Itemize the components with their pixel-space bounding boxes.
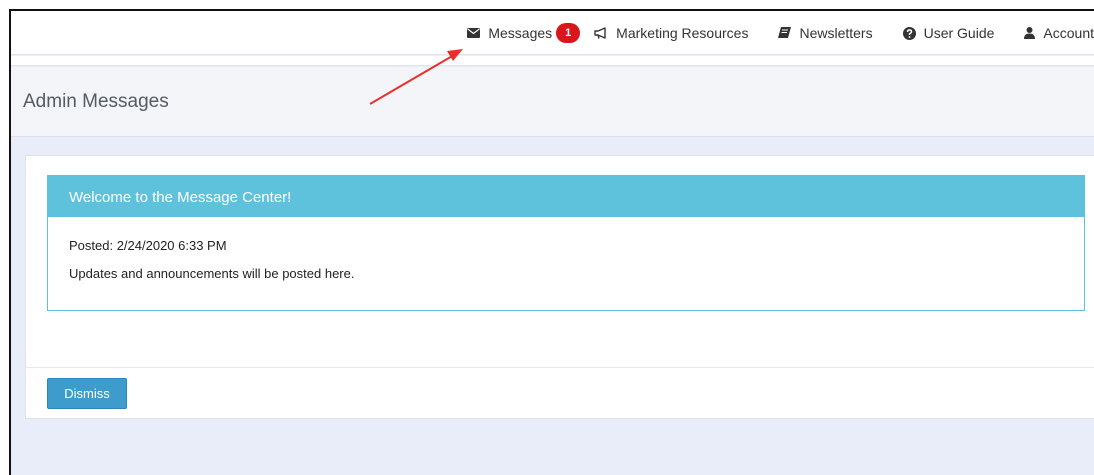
annotation-arrow bbox=[369, 49, 463, 105]
app-frame: Messages 1 Marketing Resources Newslette… bbox=[9, 9, 1094, 475]
